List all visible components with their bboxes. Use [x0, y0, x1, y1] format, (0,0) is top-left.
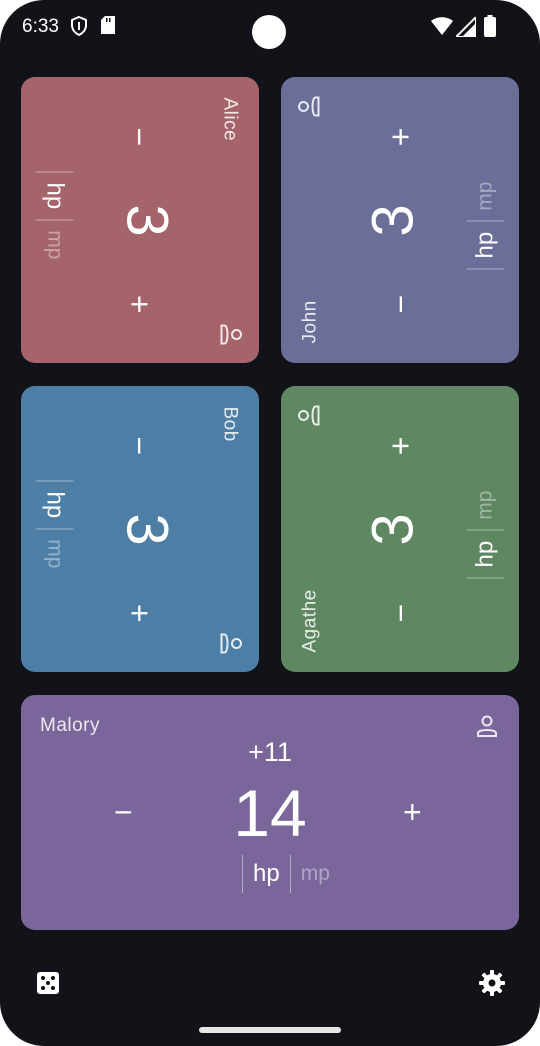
person-icon[interactable] [474, 713, 500, 739]
mode-hp[interactable]: hp [35, 171, 74, 220]
player-name: Bob [219, 406, 241, 442]
mode-selector: hp mp [242, 855, 340, 893]
player-name: Malory [40, 715, 101, 736]
player-card-agathe[interactable]: Agathe − 3 + hp mp [281, 386, 519, 672]
player-card-john[interactable]: John − 3 + hp mp [281, 77, 519, 363]
player-name: John [299, 299, 321, 343]
mode-hp[interactable]: hp [466, 529, 505, 578]
increment-button[interactable]: + [403, 796, 422, 828]
gear-icon[interactable] [479, 970, 505, 1001]
home-indicator[interactable] [199, 1027, 341, 1033]
shield-icon [70, 15, 88, 41]
person-icon[interactable] [296, 402, 322, 428]
mode-mp[interactable]: mp [291, 855, 340, 893]
life-value: 3 [360, 203, 426, 237]
person-icon[interactable] [219, 630, 245, 656]
player-card-alice[interactable]: Alice − 3 + hp mp [21, 77, 259, 363]
status-time: 6:33 [22, 16, 59, 37]
person-icon[interactable] [296, 93, 322, 119]
mode-mp[interactable]: mp [467, 480, 505, 529]
increment-button[interactable]: + [382, 127, 418, 146]
mode-mp[interactable]: mp [36, 529, 74, 578]
player-card-malory[interactable]: Malory +11 − 14 + hp mp [21, 695, 519, 930]
increment-button[interactable]: + [122, 603, 158, 622]
mode-hp[interactable]: hp [35, 480, 74, 529]
battery-icon [484, 15, 496, 42]
phone-screen: 6:33 Alice − 3 + hp mp John − 3 + hp mp … [0, 0, 540, 1046]
signal-icon [453, 14, 477, 42]
person-icon[interactable] [219, 321, 245, 347]
wifi-icon [431, 17, 453, 40]
life-value: 3 [114, 203, 180, 237]
mode-selector: hp mp [35, 171, 74, 269]
mode-hp[interactable]: hp [242, 855, 291, 893]
dice-icon[interactable] [36, 971, 60, 1000]
player-name: Agathe [299, 588, 321, 652]
life-value: 3 [360, 512, 426, 546]
mode-mp[interactable]: mp [36, 220, 74, 269]
life-value: 3 [114, 512, 180, 546]
front-camera [252, 15, 286, 49]
sd-card-icon [101, 16, 115, 39]
mode-hp[interactable]: hp [466, 220, 505, 269]
life-value: 14 [233, 776, 307, 850]
mode-selector: hp mp [35, 480, 74, 578]
player-card-bob[interactable]: Bob − 3 + hp mp [21, 386, 259, 672]
mode-selector: hp mp [466, 171, 505, 269]
player-name: Alice [219, 97, 241, 141]
increment-button[interactable]: + [382, 436, 418, 455]
mode-mp[interactable]: mp [467, 171, 505, 220]
status-bar: 6:33 [0, 0, 540, 56]
increment-button[interactable]: + [122, 294, 158, 313]
mode-selector: hp mp [466, 480, 505, 578]
life-delta: +11 [248, 737, 292, 767]
